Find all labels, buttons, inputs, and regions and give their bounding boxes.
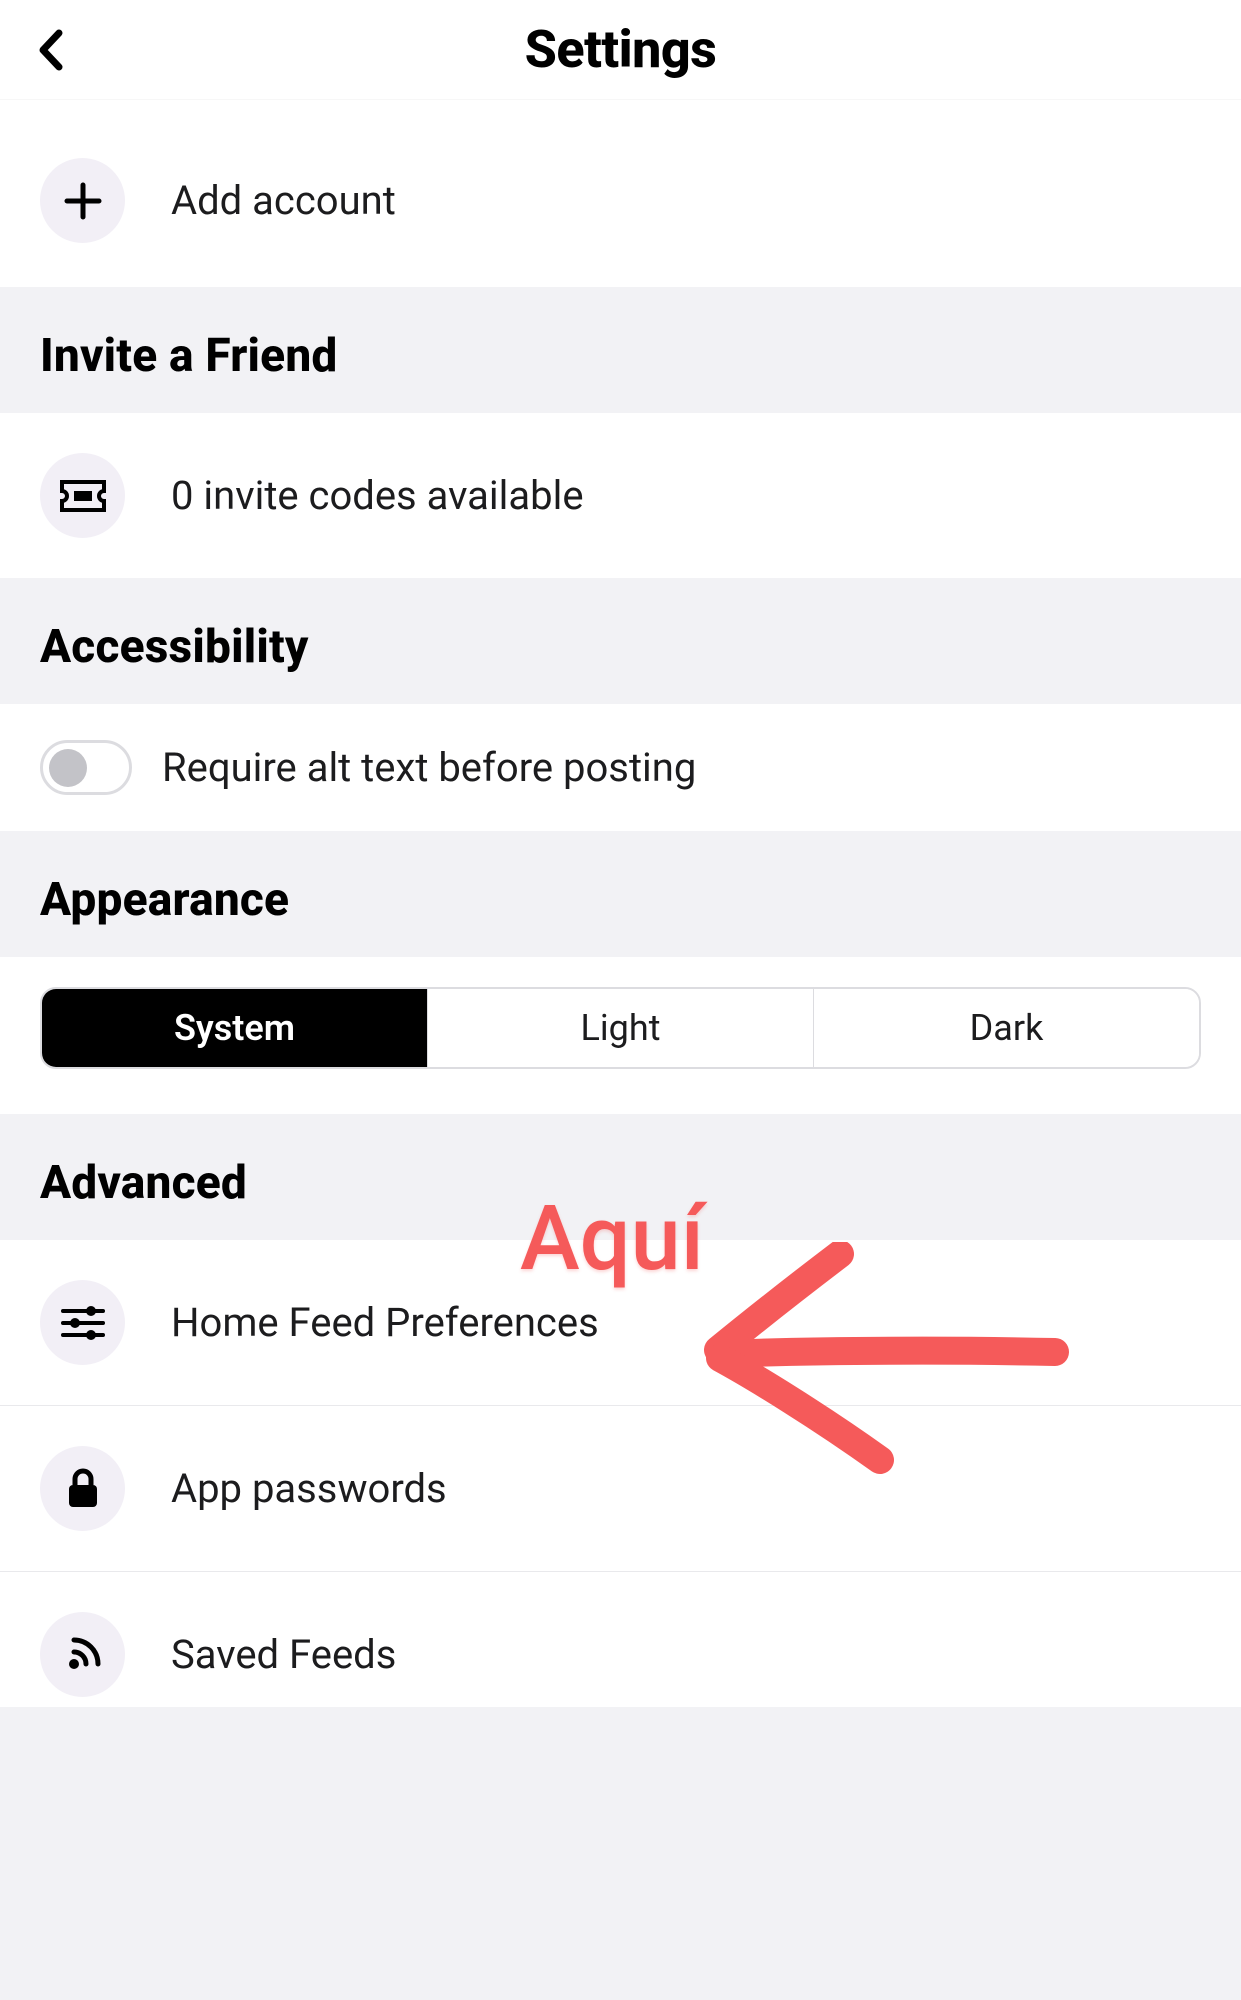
accessibility-section-header: Accessibility xyxy=(0,578,1241,704)
saved-feeds-label: Saved Feeds xyxy=(171,1631,396,1678)
toggle-knob xyxy=(49,749,87,787)
app-passwords-label: App passwords xyxy=(171,1465,447,1512)
add-account-label: Add account xyxy=(171,177,396,224)
advanced-section-header: Advanced xyxy=(0,1114,1241,1240)
app-passwords-row[interactable]: App passwords xyxy=(0,1405,1241,1571)
home-feed-preferences-label: Home Feed Preferences xyxy=(171,1299,599,1346)
alt-text-toggle[interactable] xyxy=(40,740,132,795)
plus-icon xyxy=(40,158,125,243)
lock-icon xyxy=(40,1446,125,1531)
header-bar: Settings xyxy=(0,0,1241,100)
appearance-section-header: Appearance xyxy=(0,831,1241,957)
saved-feeds-row[interactable]: Saved Feeds xyxy=(0,1571,1241,1707)
invite-section-header: Invite a Friend xyxy=(0,287,1241,413)
theme-option-dark[interactable]: Dark xyxy=(814,989,1199,1067)
back-button[interactable] xyxy=(30,28,74,72)
theme-option-light[interactable]: Light xyxy=(428,989,814,1067)
previous-section-edge xyxy=(0,100,1241,114)
alt-text-toggle-row: Require alt text before posting xyxy=(0,704,1241,831)
sliders-icon xyxy=(40,1280,125,1365)
satellite-icon xyxy=(40,1612,125,1697)
home-feed-preferences-row[interactable]: Home Feed Preferences xyxy=(0,1240,1241,1405)
add-account-row[interactable]: Add account xyxy=(0,114,1241,287)
invite-codes-row[interactable]: 0 invite codes available xyxy=(0,413,1241,578)
ticket-icon xyxy=(40,453,125,538)
alt-text-label: Require alt text before posting xyxy=(162,744,696,791)
theme-option-system[interactable]: System xyxy=(42,989,428,1067)
chevron-left-icon xyxy=(37,28,67,72)
theme-segmented-control: System Light Dark xyxy=(40,987,1201,1069)
page-title: Settings xyxy=(0,19,1241,80)
invite-codes-label: 0 invite codes available xyxy=(171,472,584,519)
